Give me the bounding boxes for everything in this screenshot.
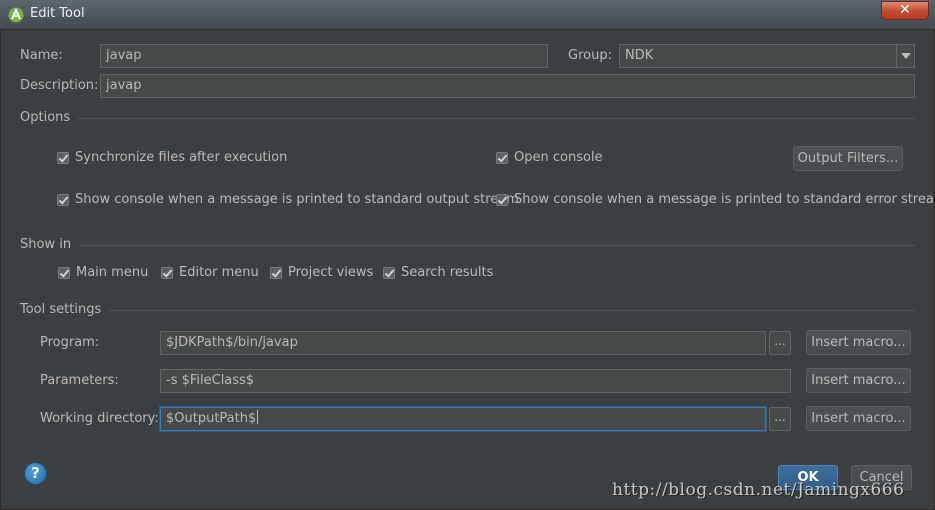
title-bar: Edit Tool ✕ (0, 0, 935, 30)
checkbox-checked-icon[interactable] (496, 152, 508, 164)
name-value: javap (106, 48, 142, 63)
program-value: $JDKPath$/bin/javap (166, 335, 298, 350)
parameters-value: -s $FileClass$ (166, 373, 255, 388)
program-browse-button[interactable]: ... (769, 331, 791, 355)
checkbox-checked-icon[interactable] (383, 267, 395, 279)
question-mark-icon: ? (31, 464, 40, 482)
help-button[interactable]: ? (24, 462, 47, 485)
close-button[interactable]: ✕ (881, 1, 929, 20)
description-value: javap (106, 78, 142, 93)
checkbox-checked-icon[interactable] (270, 267, 282, 279)
watermark-text: http://blog.csdn.net/Jamingx666 (612, 480, 905, 500)
parameters-field[interactable]: -s $FileClass$ (160, 369, 791, 393)
name-field[interactable]: javap (100, 44, 548, 68)
working-directory-browse-button[interactable]: ... (769, 407, 791, 431)
separator-line (20, 310, 915, 311)
description-field[interactable]: javap (100, 74, 915, 98)
search-results-label: Search results (401, 265, 494, 280)
checkbox-checked-icon[interactable] (496, 194, 508, 206)
show-console-stdout-label: Show console when a message is printed t… (75, 192, 519, 207)
close-icon: ✕ (899, 2, 911, 18)
checkbox-checked-icon[interactable] (57, 194, 69, 206)
working-directory-field[interactable]: $OutputPath$ (160, 407, 766, 431)
tool-settings-section-label: Tool settings (20, 302, 110, 317)
group-combobox[interactable]: NDK (619, 44, 915, 68)
text-caret (257, 410, 259, 424)
editor-menu-label: Editor menu (179, 265, 259, 280)
window-title: Edit Tool (30, 6, 85, 21)
separator-line (20, 118, 915, 119)
chevron-down-icon[interactable] (896, 45, 914, 67)
tool-settings-separator: Tool settings (20, 302, 915, 318)
show-console-stderr-label: Show console when a message is printed t… (514, 192, 935, 207)
options-separator: Options (20, 110, 915, 126)
checkbox-checked-icon[interactable] (57, 152, 69, 164)
android-studio-icon (8, 7, 24, 23)
parameters-label: Parameters: (40, 373, 119, 388)
show-in-separator: Show in (20, 237, 915, 253)
checkbox-checked-icon[interactable] (58, 267, 70, 279)
show-in-section-label: Show in (20, 237, 80, 252)
open-console-label: Open console (514, 150, 603, 165)
separator-line (20, 245, 915, 246)
group-value: NDK (625, 48, 654, 63)
parameters-insert-macro-button[interactable]: Insert macro... (806, 368, 911, 393)
group-label: Group: (568, 48, 612, 63)
working-directory-value: $OutputPath$ (166, 411, 257, 426)
project-views-label: Project views (288, 265, 374, 280)
output-filters-button[interactable]: Output Filters... (793, 146, 903, 171)
main-menu-label: Main menu (76, 265, 149, 280)
program-insert-macro-button[interactable]: Insert macro... (806, 330, 911, 355)
working-directory-insert-macro-button[interactable]: Insert macro... (806, 406, 911, 431)
program-field[interactable]: $JDKPath$/bin/javap (160, 331, 766, 355)
sync-files-label: Synchronize files after execution (75, 150, 288, 165)
working-directory-label: Working directory: (40, 411, 159, 426)
description-label: Description: (20, 78, 99, 93)
name-label: Name: (20, 48, 63, 63)
program-label: Program: (40, 335, 100, 350)
options-section-label: Options (20, 110, 79, 125)
checkbox-checked-icon[interactable] (161, 267, 173, 279)
